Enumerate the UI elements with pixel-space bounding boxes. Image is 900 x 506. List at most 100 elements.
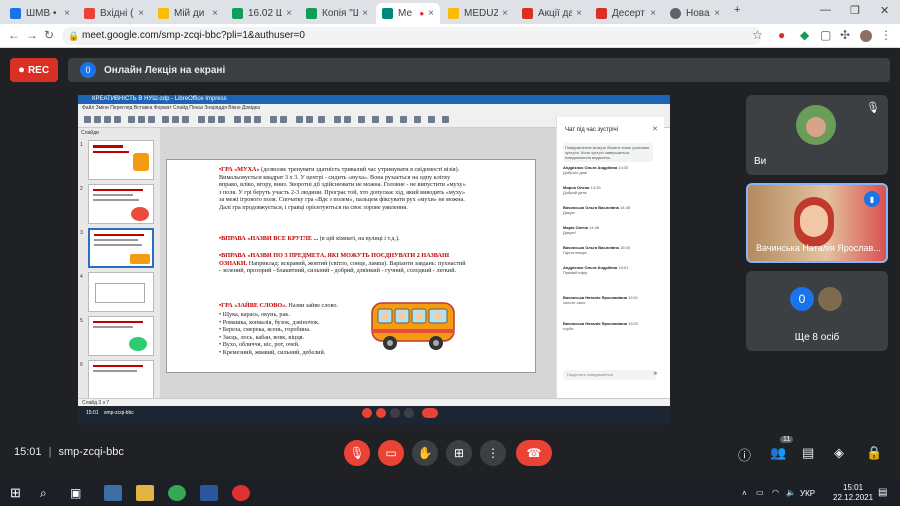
host-controls-icon[interactable]: 🔒	[866, 445, 882, 461]
volume-icon[interactable]: 🔈	[786, 488, 796, 497]
participant-tile-others[interactable]: 0 Ще 8 осіб	[746, 271, 888, 351]
shield-extension-icon[interactable]: ◆	[800, 28, 809, 42]
clock-time: 15:01	[843, 483, 864, 492]
close-icon[interactable]: ×	[576, 8, 582, 19]
mic-off-icon: 🎙	[866, 102, 880, 114]
browser-tab[interactable]: Вхідні (1 ×	[78, 3, 150, 24]
presentation-bar: 0 Онлайн Лекція на екрані	[68, 58, 890, 82]
drive-icon	[448, 8, 459, 19]
chat-message: Вачинська Наталія Ярославівна 15:02 горби	[563, 321, 639, 331]
participant-tile-speaker[interactable]: ▮ Вачинська Наталія Ярослав...	[746, 183, 888, 263]
notifications-icon[interactable]: ▤	[878, 487, 887, 498]
more-options-button[interactable]: ⋮	[480, 440, 506, 466]
more-menu-icon[interactable]: ⋮	[880, 28, 892, 42]
browser-tab-strip: ШМВ •× Вхідні (1× Мій ди× 16.02 Ш× Копія…	[0, 0, 900, 24]
taskbar-clock[interactable]: 15:01 22.12.2021	[833, 483, 873, 503]
close-icon[interactable]: ×	[428, 8, 434, 19]
browser-tab[interactable]: ШМВ • ×	[4, 3, 76, 24]
inner-code: smp-zcqi-bbc	[104, 410, 134, 416]
browser-tab[interactable]: MEDUZA×	[442, 3, 514, 24]
floppy-app-icon[interactable]	[104, 485, 122, 501]
people-icon[interactable]: 👥	[770, 445, 786, 461]
extension-icon[interactable]: ▢	[820, 28, 831, 42]
close-icon[interactable]: ×	[650, 8, 656, 19]
participant-tile-self[interactable]: 🎙 Ви	[746, 95, 888, 175]
slides-pane-label: Слайди	[81, 130, 99, 136]
close-icon[interactable]: ×	[502, 8, 508, 19]
slide-thumbnail[interactable]	[88, 140, 154, 180]
send-icon[interactable]: ➤	[653, 370, 658, 377]
slide-number: 3	[80, 230, 83, 236]
site-icon	[596, 8, 607, 19]
browser-tab[interactable]: Десерт ×	[590, 3, 662, 24]
close-icon[interactable]: ×	[138, 8, 144, 19]
browser-tab[interactable]: 16.02 Ш ×	[226, 3, 298, 24]
windows-start-icon[interactable]: ⊞	[10, 485, 21, 501]
presentation-title: Онлайн Лекція на екрані	[104, 64, 226, 76]
search-icon[interactable]: ⌕	[40, 486, 47, 501]
close-icon[interactable]: ✕	[652, 125, 658, 133]
slide-paragraph: •ГРА «МУХА» (дозволяє тренувати здатніст…	[219, 166, 466, 211]
chrome-icon[interactable]	[168, 485, 186, 501]
url-field[interactable]: 🔒 meet.google.com/smp-zcqi-bbc?pli=1&aut…	[62, 27, 762, 45]
close-window-button[interactable]: ✕	[880, 4, 889, 17]
slide-thumbnail-selected[interactable]	[88, 228, 154, 268]
back-arrow-icon[interactable]: ←	[8, 28, 20, 42]
browser-tab-active[interactable]: Ме ● ×	[376, 3, 440, 24]
forward-arrow-icon[interactable]: →	[26, 28, 38, 42]
chat-message: Марія Олена 14:46 Дякую!	[563, 225, 600, 235]
presenter-avatar: 0	[80, 62, 96, 78]
task-view-icon[interactable]: ▣	[70, 486, 81, 500]
impress-status-bar: Слайд 3 з 7	[78, 398, 670, 406]
network-icon[interactable]: ▭	[756, 488, 764, 497]
camera-off-button[interactable]: ▭	[378, 440, 404, 466]
close-icon[interactable]: ×	[714, 8, 720, 19]
info-icon[interactable]: ⓘ	[738, 445, 751, 464]
chat-message: Вачинська Ольга Василівна 15:00 Гарна лек…	[563, 245, 630, 255]
word-icon[interactable]	[200, 485, 218, 501]
reload-icon[interactable]: ↻	[44, 28, 54, 42]
end-call-button[interactable]: ☎	[516, 440, 552, 466]
restore-button[interactable]: ❐	[850, 4, 860, 17]
browser-tab[interactable]: Копія "Ш ×	[300, 3, 374, 24]
new-tab-button[interactable]: +	[734, 4, 740, 16]
language-indicator[interactable]: УКР	[800, 489, 815, 498]
slide-number: 5	[80, 318, 83, 324]
slide-thumbnail[interactable]	[88, 184, 154, 224]
opera-extension-icon[interactable]: ●	[778, 28, 785, 42]
chat-icon[interactable]: ▤	[802, 445, 814, 461]
mic-off-button[interactable]: 🎙	[344, 440, 370, 466]
chat-notice: Повідомлення можуть бачити лише учасники…	[563, 143, 653, 162]
speaking-indicator-icon: ▮	[864, 191, 880, 207]
close-icon[interactable]: ×	[64, 8, 70, 19]
minimize-button[interactable]: —	[820, 4, 831, 16]
address-bar: ← → ↻ 🔒 meet.google.com/smp-zcqi-bbc?pli…	[0, 24, 900, 48]
activities-icon[interactable]: ◈	[834, 445, 844, 461]
browser-tab[interactable]: Акції да ×	[516, 3, 588, 24]
inner-camera-icon	[376, 408, 386, 418]
clock-date: 22.12.2021	[833, 493, 874, 502]
slide-thumbnail[interactable]	[88, 316, 154, 356]
puzzle-icon[interactable]: ✣	[840, 28, 850, 42]
close-icon[interactable]: ×	[286, 8, 292, 19]
close-icon[interactable]: ×	[212, 8, 218, 19]
chat-input[interactable]: Надіслати повідомлення	[563, 370, 657, 380]
browser-tab[interactable]: Нова ×	[664, 3, 726, 24]
tray-up-icon[interactable]: ˄	[742, 489, 747, 498]
current-slide: •ГРА «МУХА» (дозволяє тренувати здатніст…	[166, 159, 536, 373]
browser-tab[interactable]: Мій ди ×	[152, 3, 224, 24]
globe-icon	[670, 8, 681, 19]
impress-title-bar: КРЕАТИВНІСТЬ В НУШ.odp - LibreOffice Imp…	[78, 95, 670, 104]
present-button[interactable]: ⊞	[446, 440, 472, 466]
close-icon[interactable]: ×	[362, 8, 368, 19]
file-explorer-icon[interactable]	[136, 485, 154, 501]
slide-thumbnail[interactable]	[88, 360, 154, 400]
chat-title: Чат під час зустрічі	[565, 127, 618, 133]
wifi-icon[interactable]: ◠	[772, 488, 779, 497]
slide-thumbnail[interactable]	[88, 272, 154, 312]
sheets-icon	[306, 8, 317, 19]
opera-icon[interactable]	[232, 485, 250, 501]
raise-hand-button[interactable]: ✋	[412, 440, 438, 466]
profile-avatar[interactable]	[860, 30, 872, 42]
star-icon[interactable]: ☆	[752, 28, 763, 42]
